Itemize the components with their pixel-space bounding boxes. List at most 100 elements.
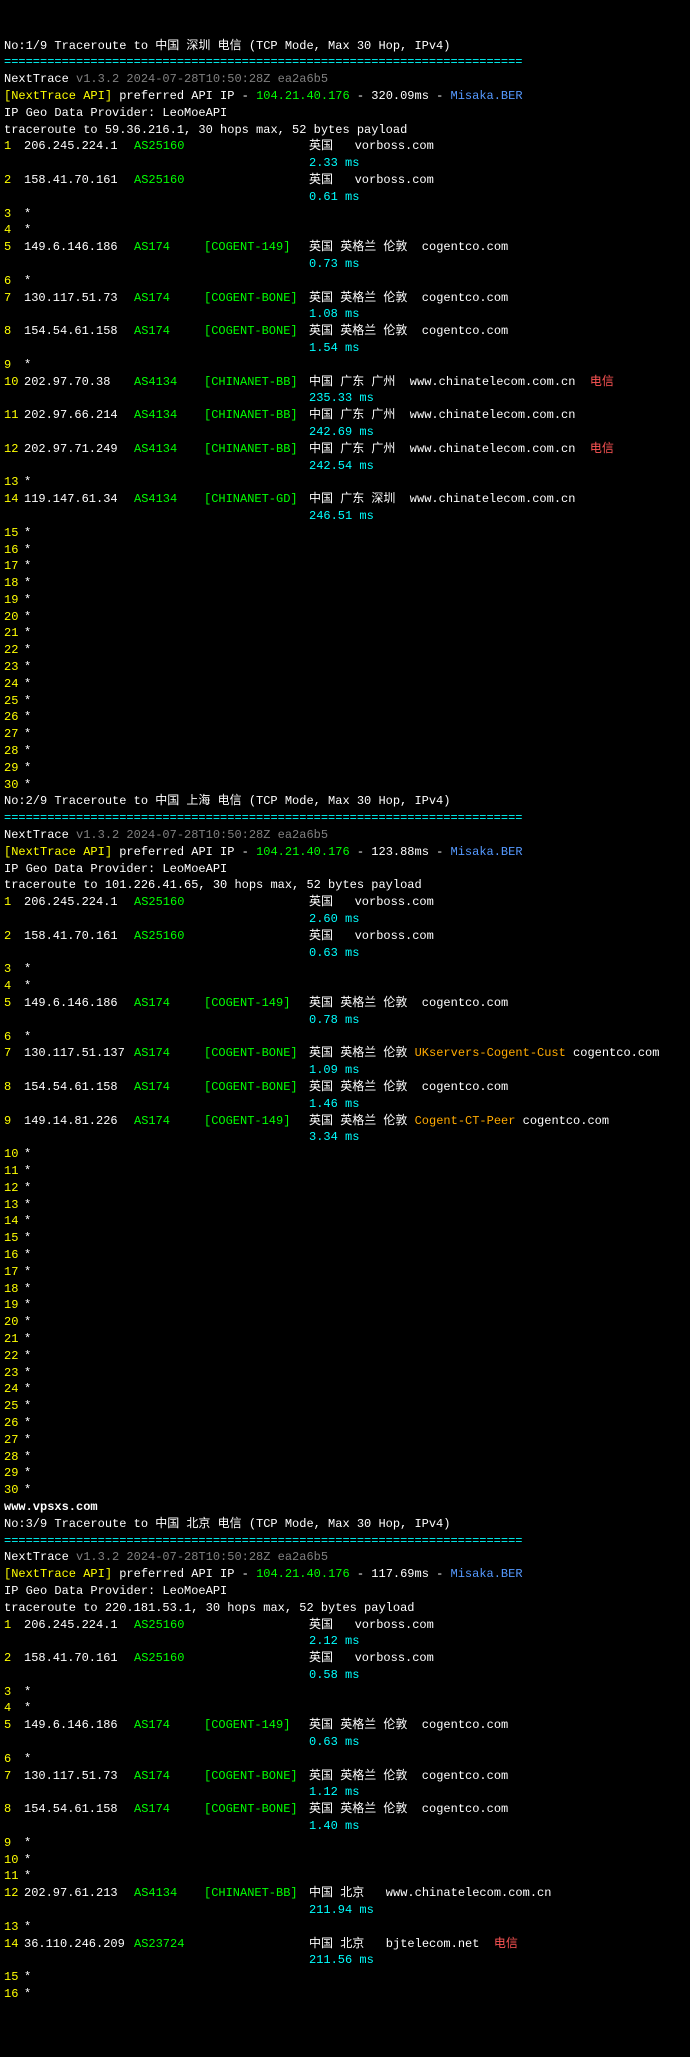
hop-loc: 英国 英格兰 伦敦 — [309, 290, 415, 307]
hop-row: 8154.54.61.158AS174[COGENT-BONE]英国 英格兰 伦… — [4, 1801, 686, 1818]
hop-ip: 206.245.224.1 — [24, 138, 134, 155]
hop-as: AS25160 — [134, 172, 204, 189]
version: v1.3.2 2024-07-28T10:50:28Z ea2a6b5 — [76, 72, 328, 86]
hop-ip: 154.54.61.158 — [24, 1801, 134, 1818]
hop-num: 15 — [4, 525, 24, 542]
hop-as: AS174 — [134, 323, 204, 340]
hop-ms: 1.12 ms — [309, 1785, 359, 1799]
hop-ms-row: 0.63 ms — [4, 1734, 686, 1751]
hop-num: 11 — [4, 1868, 24, 1885]
hop-num: 14 — [4, 491, 24, 508]
api-pop: Misaka.BER — [451, 845, 523, 859]
hop-loc: 英国 — [309, 172, 347, 189]
hop-ms: 0.78 ms — [309, 1013, 359, 1027]
hop-ms: 211.94 ms — [309, 1903, 374, 1917]
hop-num: 27 — [4, 726, 24, 743]
hop-num: 13 — [4, 1197, 24, 1214]
hop-row: 28* — [4, 743, 686, 760]
hop-ip: 202.97.61.213 — [24, 1885, 134, 1902]
hop-num: 8 — [4, 1801, 24, 1818]
hop-as: AS25160 — [134, 894, 204, 911]
star: * — [24, 1869, 31, 1883]
nexttrace-label: NextTrace — [4, 72, 69, 86]
hop-ms: 2.60 ms — [309, 912, 359, 926]
hop-ms-row: 246.51 ms — [4, 508, 686, 525]
hop-host: cogentco.com — [415, 240, 509, 254]
hop-row: 16* — [4, 1986, 686, 2003]
hop-row: 26* — [4, 709, 686, 726]
hop-num: 5 — [4, 1717, 24, 1734]
hop-num: 10 — [4, 1852, 24, 1869]
star: * — [24, 778, 31, 792]
star: * — [24, 1970, 31, 1984]
hop-as: AS174 — [134, 995, 204, 1012]
star: * — [24, 1332, 31, 1346]
hop-num: 14 — [4, 1213, 24, 1230]
hop-num: 1 — [4, 894, 24, 911]
hop-net: [CHINANET-BB] — [204, 441, 309, 458]
hop-host: www.chinatelecom.com.cn — [403, 408, 576, 422]
hop-loc: 英国 — [309, 138, 347, 155]
hop-ms: 211.56 ms — [309, 1953, 374, 1967]
hop-host: www.chinatelecom.com.cn — [403, 442, 576, 456]
hop-row: 5149.6.146.186AS174[COGENT-149]英国 英格兰 伦敦… — [4, 1717, 686, 1734]
star: * — [24, 543, 31, 557]
star: * — [24, 1450, 31, 1464]
separator: ========================================… — [4, 811, 522, 825]
nexttrace-label: NextTrace — [4, 828, 69, 842]
hop-num: 9 — [4, 1835, 24, 1852]
star: * — [24, 1214, 31, 1228]
hop-num: 28 — [4, 743, 24, 760]
star: * — [24, 1181, 31, 1195]
hop-row: 22* — [4, 1348, 686, 1365]
hop-loc: 中国 广东 广州 — [309, 441, 403, 458]
hop-num: 2 — [4, 928, 24, 945]
hop-num: 5 — [4, 995, 24, 1012]
star: * — [24, 526, 31, 540]
hop-num: 6 — [4, 1029, 24, 1046]
hop-host: cogentco.com — [415, 1718, 509, 1732]
hop-ms-row: 0.61 ms — [4, 189, 686, 206]
api-rtt: - 320.09ms - — [350, 89, 451, 103]
hop-num: 21 — [4, 1331, 24, 1348]
star: * — [24, 1349, 31, 1363]
star: * — [24, 1164, 31, 1178]
hop-num: 1 — [4, 1617, 24, 1634]
hop-ms: 1.08 ms — [309, 307, 359, 321]
hop-row: 2158.41.70.161AS25160英国 vorboss.com — [4, 928, 686, 945]
hop-row: 28* — [4, 1449, 686, 1466]
hop-num: 15 — [4, 1969, 24, 1986]
hop-ip: 202.97.70.38 — [24, 374, 134, 391]
hop-host: cogentco.com — [415, 1769, 509, 1783]
hop-num: 21 — [4, 625, 24, 642]
hop-as: AS174 — [134, 1079, 204, 1096]
hop-num: 2 — [4, 1650, 24, 1667]
star: * — [24, 1701, 31, 1715]
hop-row: 15* — [4, 525, 686, 542]
hop-row: 6* — [4, 1751, 686, 1768]
star: * — [24, 1836, 31, 1850]
version: v1.3.2 2024-07-28T10:50:28Z ea2a6b5 — [76, 1550, 328, 1564]
hop-row: 18* — [4, 1281, 686, 1298]
hop-ms-row: 211.94 ms — [4, 1902, 686, 1919]
star: * — [24, 1298, 31, 1312]
hop-ms-row: 1.40 ms — [4, 1818, 686, 1835]
api-ip: 104.21.40.176 — [256, 89, 350, 103]
hop-row: 23* — [4, 1365, 686, 1382]
hop-host: cogentco.com — [415, 324, 509, 338]
hop-num: 12 — [4, 441, 24, 458]
hop-row: 16* — [4, 542, 686, 559]
hop-row: 12* — [4, 1180, 686, 1197]
star: * — [24, 710, 31, 724]
hop-as: AS174 — [134, 239, 204, 256]
hop-ms: 0.63 ms — [309, 1735, 359, 1749]
hop-num: 20 — [4, 1314, 24, 1331]
hop-num: 19 — [4, 592, 24, 609]
hop-ip: 149.14.81.226 — [24, 1113, 134, 1130]
hop-host: www.chinatelecom.com.cn — [403, 375, 576, 389]
hop-host: vorboss.com — [347, 173, 433, 187]
hop-ip: 154.54.61.158 — [24, 1079, 134, 1096]
hop-row: 27* — [4, 1432, 686, 1449]
hop-loc: 英国 英格兰 伦敦 — [309, 1079, 415, 1096]
hop-as: AS174 — [134, 290, 204, 307]
